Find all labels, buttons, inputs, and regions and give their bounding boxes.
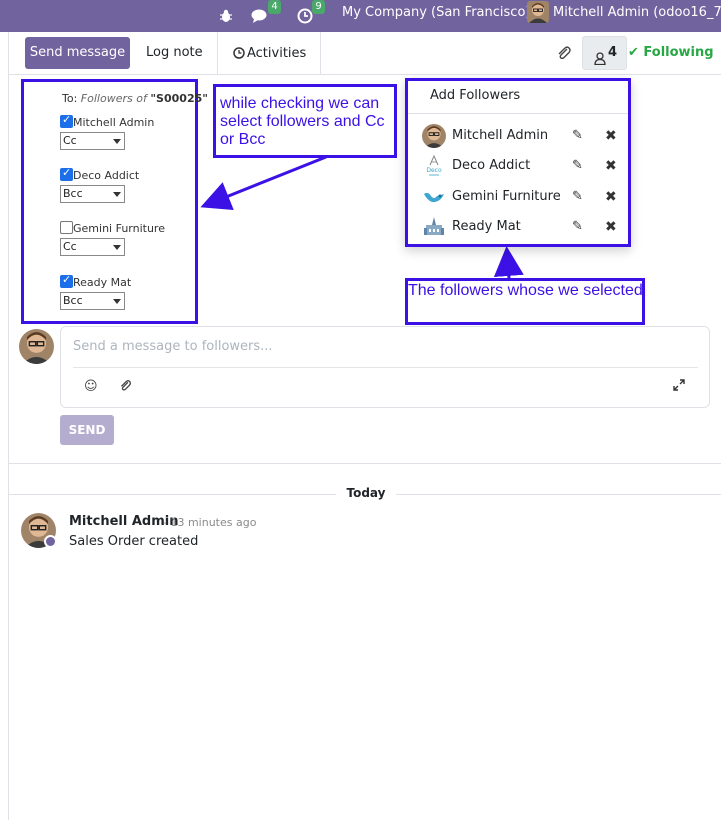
date-separator: Today [336,486,396,500]
pencil-icon[interactable]: ✎ [572,182,583,212]
annotation-arrow [200,155,327,211]
message-composer[interactable]: Send a message to followers... ☺ [60,326,710,408]
svg-text:Deco: Deco [426,167,442,174]
follower-item[interactable]: Deco Deco Addict ✎ ✖ [408,151,628,181]
expand-icon[interactable] [673,379,685,395]
followers-dropdown: Add Followers Mitchell Admin ✎ ✖ Deco De… [405,78,631,247]
follower-name: Ready Mat [452,219,521,234]
remove-icon[interactable]: ✖ [605,121,617,151]
follower-item[interactable]: Gemini Furniture ✎ ✖ [408,182,628,212]
remove-icon[interactable]: ✖ [605,151,617,181]
online-status-indicator [44,535,57,548]
follower-item[interactable]: Mitchell Admin ✎ ✖ [408,121,628,151]
follower-name: Gemini Furniture [452,189,561,204]
message-input[interactable]: Send a message to followers... [73,339,273,354]
annotation-text: The followers whose we selected [408,282,643,299]
feed-divider [9,463,721,464]
remove-icon[interactable]: ✖ [605,182,617,212]
composer-avatar [19,329,54,364]
annotation-arrow [493,246,524,279]
pencil-icon[interactable]: ✎ [572,121,583,151]
follower-name: Deco Addict [452,158,531,173]
remove-icon[interactable]: ✖ [605,212,617,242]
follower-item[interactable]: Ready Mat ✎ ✖ [408,212,628,242]
pencil-icon[interactable]: ✎ [572,151,583,181]
gemini-furniture-logo [422,185,446,209]
annotation-callout: The followers whose we selected [405,278,645,325]
follower-name: Mitchell Admin [452,128,549,143]
emoji-icon[interactable]: ☺ [84,379,98,394]
send-button[interactable]: SEND [60,415,114,445]
paperclip-icon[interactable] [119,379,132,396]
message-body: Sales Order created [69,534,199,549]
deco-addict-logo: Deco [422,154,446,178]
ready-mat-logo [422,215,446,239]
composer-divider [73,367,698,368]
user-avatar [422,124,446,148]
dropdown-divider [408,113,628,114]
pencil-icon[interactable]: ✎ [572,212,583,242]
message-timestamp: - 13 minutes ago [163,516,257,529]
add-followers-button[interactable]: Add Followers [430,88,520,103]
